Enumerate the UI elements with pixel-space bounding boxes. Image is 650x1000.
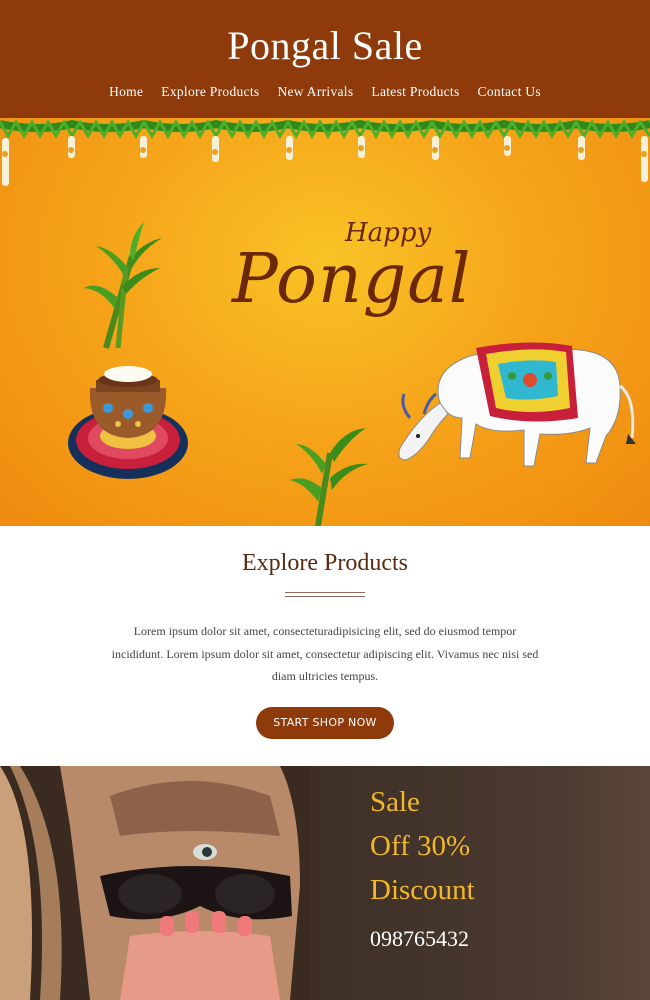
garland-decoration — [0, 118, 650, 186]
decorated-cow — [398, 342, 636, 467]
sale-offer: Sale Off 30% Discount — [370, 780, 475, 912]
pongal-banner: Happy Pongal — [0, 118, 650, 526]
header: Pongal Sale Home Explore Products New Ar… — [0, 0, 650, 118]
sale-line-1: Sale — [370, 786, 420, 818]
start-shop-button[interactable]: START SHOP NOW — [256, 707, 394, 739]
sugarcane-center — [290, 428, 368, 526]
explore-section: Explore Products Lorem ipsum dolor sit a… — [0, 526, 650, 766]
sale-line-3: Discount — [370, 874, 475, 906]
phone-number: 098765432 — [370, 926, 469, 951]
explore-heading: Explore Products — [242, 550, 408, 576]
banner-illustration — [0, 118, 650, 526]
explore-description: Lorem ipsum dolor sit amet, consectetura… — [111, 624, 539, 683]
sale-panel: Sale Off 30% Discount 098765432 — [310, 766, 650, 1000]
pongal-text: Pongal — [232, 240, 472, 319]
nav-explore-products[interactable]: Explore Products — [161, 84, 259, 100]
nav-contact-us[interactable]: Contact Us — [478, 84, 541, 100]
nav-new-arrivals[interactable]: New Arrivals — [277, 84, 353, 100]
promo-photo — [0, 766, 310, 1000]
pongal-pot — [68, 366, 188, 479]
sale-section: Sale Off 30% Discount 098765432 — [0, 766, 650, 1000]
sugarcane-left — [84, 222, 162, 349]
main-nav: Home Explore Products New Arrivals Lates… — [0, 83, 650, 101]
nav-home[interactable]: Home — [109, 84, 143, 100]
woman-with-sunglasses-image — [0, 766, 310, 1000]
heading-divider — [285, 592, 365, 597]
sale-line-2: Off 30% — [370, 830, 471, 862]
site-title: Pongal Sale — [227, 23, 423, 68]
nav-latest-products[interactable]: Latest Products — [371, 84, 459, 100]
